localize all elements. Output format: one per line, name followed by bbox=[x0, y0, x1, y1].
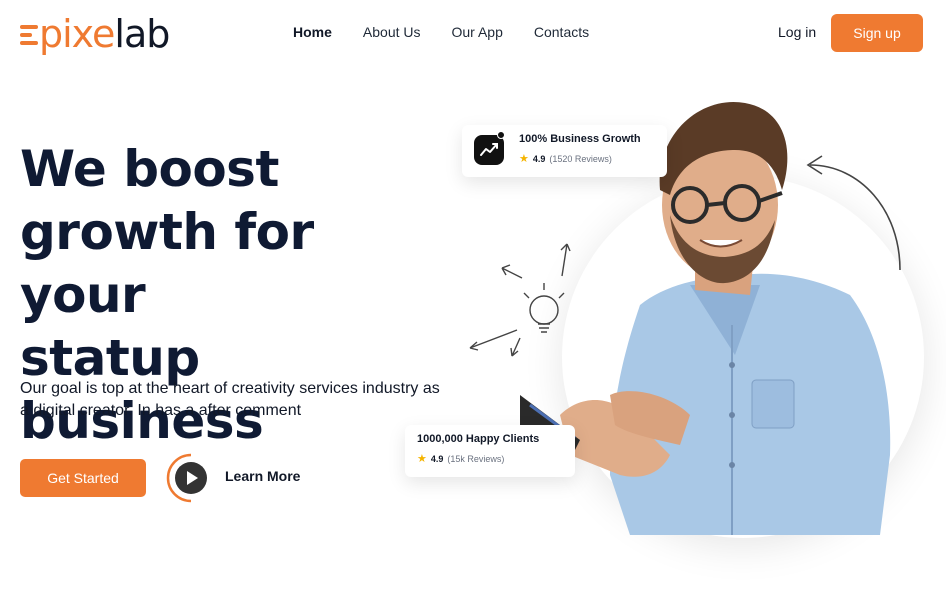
rating-score: 4.9 bbox=[430, 453, 444, 464]
get-started-button[interactable]: Get Started bbox=[20, 459, 146, 497]
review-count: (1520 Reviews) bbox=[549, 153, 612, 164]
main-nav: Home About Us Our App Contacts bbox=[293, 24, 589, 40]
nav-item-about-us[interactable]: About Us bbox=[363, 24, 421, 40]
review-count: (15k Reviews) bbox=[447, 453, 505, 464]
chart-icon bbox=[474, 135, 504, 165]
logo-text: pixelab bbox=[39, 12, 170, 56]
rating-score: 4.9 bbox=[532, 153, 546, 164]
logo[interactable]: pixelab bbox=[20, 12, 170, 56]
hero-subtext: Our goal is top at the heart of creativi… bbox=[20, 380, 440, 419]
card-title: 100% Business Growth bbox=[519, 133, 641, 145]
play-icon bbox=[166, 453, 207, 503]
nav-item-our-app[interactable]: Our App bbox=[452, 24, 503, 40]
star-icon: ★ bbox=[519, 153, 529, 165]
login-link[interactable]: Log in bbox=[778, 24, 816, 40]
card-title: 1000,000 Happy Clients bbox=[417, 433, 540, 445]
card-rating: ★ 4.9 (1520 Reviews) bbox=[519, 152, 612, 165]
card-rating: ★ 4.9 (15k Reviews) bbox=[417, 452, 504, 465]
headline-line-2: growth for your bbox=[20, 203, 314, 324]
nav-item-contacts[interactable]: Contacts bbox=[534, 24, 589, 40]
notification-dot-icon bbox=[497, 131, 505, 139]
happy-clients-card: 1000,000 Happy Clients ★ 4.9 (15k Review… bbox=[405, 425, 575, 477]
business-growth-card: 100% Business Growth ★ 4.9 (1520 Reviews… bbox=[462, 125, 667, 177]
star-icon: ★ bbox=[417, 453, 427, 465]
learn-more-link[interactable]: Learn More bbox=[225, 468, 300, 484]
headline-line-1: We boost bbox=[20, 140, 279, 198]
nav-item-home[interactable]: Home bbox=[293, 24, 332, 40]
play-button[interactable] bbox=[166, 453, 216, 503]
logo-mark-icon bbox=[20, 19, 38, 49]
signup-button[interactable]: Sign up bbox=[831, 14, 923, 52]
